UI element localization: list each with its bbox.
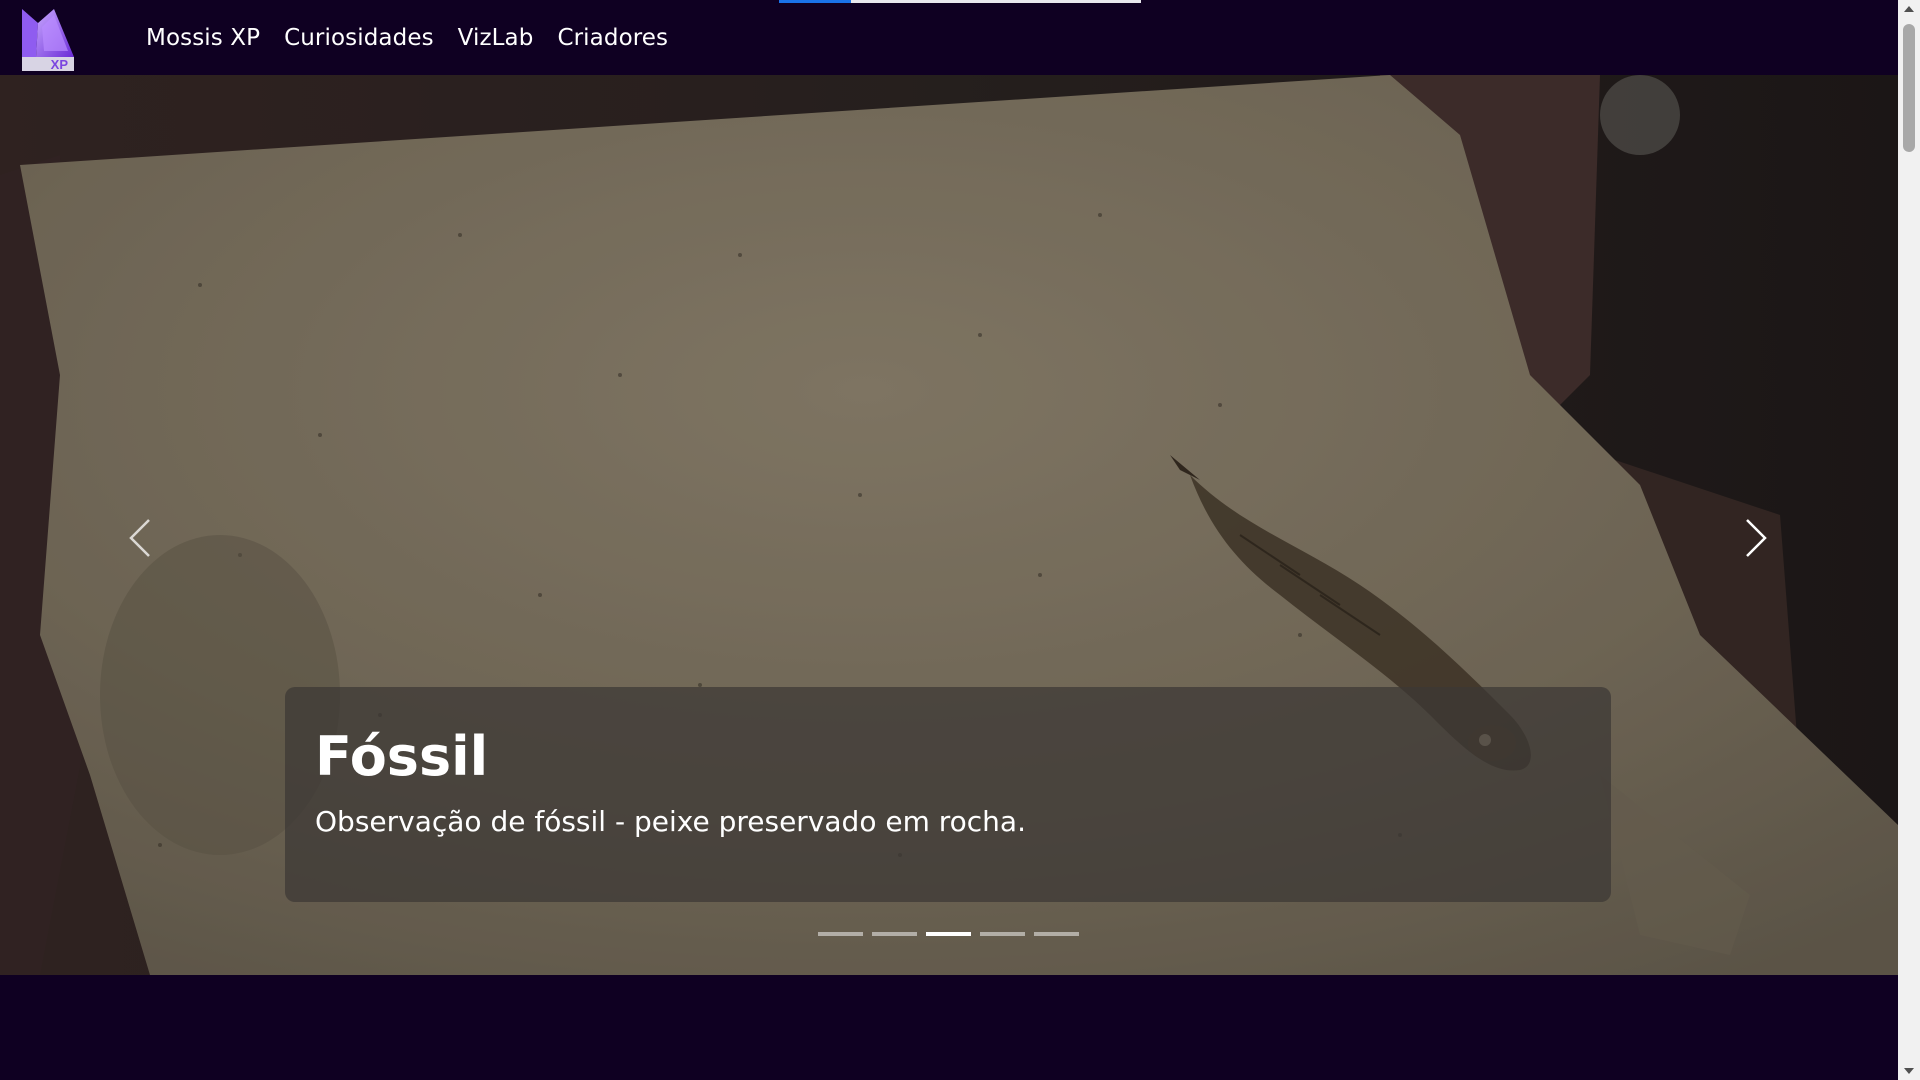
page-scrollbar[interactable] xyxy=(1898,0,1920,1080)
chevron-right-icon xyxy=(1746,518,1767,557)
nav-menu: Mossis XP Curiosidades VizLab Criadores xyxy=(146,0,668,75)
carousel-next-button[interactable] xyxy=(1726,475,1786,600)
nav-item-mossis-xp[interactable]: Mossis XP xyxy=(146,25,260,51)
nav-item-curiosidades[interactable]: Curiosidades xyxy=(284,25,434,51)
site-logo[interactable]: XP xyxy=(20,5,76,72)
logo-text: XP xyxy=(51,57,69,71)
page-loading-bar xyxy=(779,0,1141,3)
scroll-down-arrow-icon xyxy=(1904,1068,1914,1074)
scrollbar-thumb[interactable] xyxy=(1903,24,1915,152)
scroll-up-button[interactable] xyxy=(1898,0,1920,18)
top-navbar: XP Mossis XP Curiosidades VizLab Criador… xyxy=(0,0,1898,75)
carousel-indicator-2[interactable] xyxy=(872,932,917,936)
slide-description: Observação de fóssil - peixe preservado … xyxy=(315,805,1026,838)
carousel-indicator-3[interactable] xyxy=(926,932,971,936)
slide-title: Fóssil xyxy=(315,725,489,788)
slide-caption: Fóssil Observação de fóssil - peixe pres… xyxy=(285,687,1611,902)
hero-carousel: Fóssil Observação de fóssil - peixe pres… xyxy=(0,75,1898,975)
scroll-down-button[interactable] xyxy=(1898,1062,1920,1080)
page-loading-bar-fill xyxy=(779,0,852,3)
chevron-left-icon xyxy=(129,518,150,557)
nav-item-criadores[interactable]: Criadores xyxy=(557,25,668,51)
site-logo-icon: XP xyxy=(22,9,74,72)
carousel-indicators xyxy=(818,932,1079,936)
carousel-indicator-4[interactable] xyxy=(980,932,1025,936)
scroll-up-arrow-icon xyxy=(1904,6,1914,12)
carousel-indicator-5[interactable] xyxy=(1034,932,1079,936)
carousel-prev-button[interactable] xyxy=(110,475,170,600)
carousel-indicator-1[interactable] xyxy=(818,932,863,936)
nav-item-vizlab[interactable]: VizLab xyxy=(458,25,534,51)
